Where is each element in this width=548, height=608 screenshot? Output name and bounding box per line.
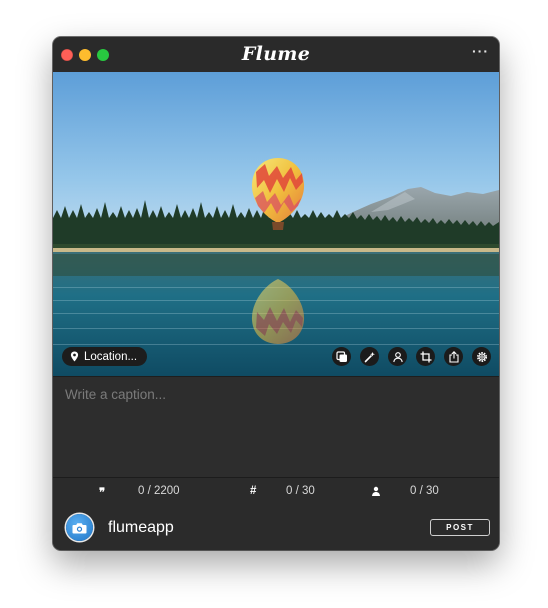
photo-toolbar xyxy=(332,347,491,366)
title-bar: Flume ··· xyxy=(53,37,499,72)
more-options-icon[interactable]: ··· xyxy=(472,43,489,59)
account-footer: flumeapp POST xyxy=(53,507,499,550)
crop-icon[interactable] xyxy=(416,347,435,366)
multiple-images-icon[interactable] xyxy=(332,347,351,366)
hashtag-counter: 0 / 30 xyxy=(286,485,315,497)
location-pin-icon xyxy=(70,351,79,362)
app-title: Flume xyxy=(241,43,311,65)
avatar[interactable] xyxy=(66,514,93,541)
post-button[interactable]: POST xyxy=(430,519,490,536)
character-counter: 0 / 2200 xyxy=(138,485,180,497)
camera-icon xyxy=(72,522,87,533)
counter-bar: ❞ 0 / 2200 # 0 / 30 0 / 30 xyxy=(53,477,499,508)
location-label: Location... xyxy=(84,350,138,363)
photo-preview: Location... xyxy=(53,72,499,376)
mention-person-icon xyxy=(371,486,381,499)
quote-icon: ❞ xyxy=(99,487,106,499)
photo-image xyxy=(53,72,499,376)
settings-icon[interactable] xyxy=(472,347,491,366)
mention-counter: 0 / 30 xyxy=(410,485,439,497)
app-window: Flume ··· Location... Write a caption...… xyxy=(53,37,499,550)
caption-area xyxy=(53,376,499,478)
caption-input[interactable] xyxy=(63,385,487,473)
location-button[interactable]: Location... xyxy=(62,347,148,366)
hashtag-icon: # xyxy=(250,485,257,497)
share-icon[interactable] xyxy=(444,347,463,366)
filter-wand-icon[interactable] xyxy=(360,347,379,366)
account-username[interactable]: flumeapp xyxy=(108,519,174,537)
tag-people-icon[interactable] xyxy=(388,347,407,366)
